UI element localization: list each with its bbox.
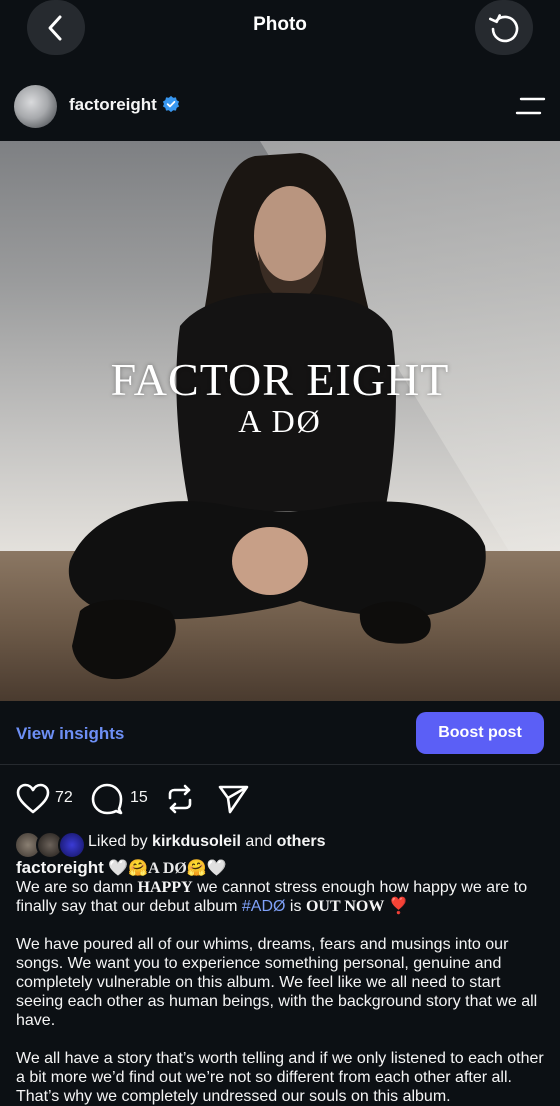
liked-by-text: Liked by kirkdusoleil and others: [88, 833, 326, 850]
avatar[interactable]: [14, 85, 57, 128]
caption-paragraph-2: We have poured all of our whims, dreams,…: [16, 936, 538, 1029]
engagement-bar: 72 15: [0, 780, 560, 816]
likes-count[interactable]: 72: [55, 789, 73, 807]
caption-username[interactable]: factoreight: [16, 858, 104, 877]
post-caption: factoreight 🤍🤗A DØ🤗🤍 We are so damn HAPP…: [16, 858, 544, 1106]
caption-paragraph-1: We are so damn HAPPY we cannot stress en…: [16, 879, 528, 915]
heart-icon[interactable]: [16, 783, 50, 815]
boost-post-button[interactable]: Boost post: [416, 712, 544, 754]
post-username[interactable]: factoreight: [69, 95, 157, 115]
caption-paragraph-3: We all have a story that’s worth telling…: [16, 1050, 544, 1105]
post-photo[interactable]: FACTOR EIGHT A DØ: [0, 141, 560, 701]
hashtag-link[interactable]: #ADØ: [242, 898, 286, 915]
verified-badge-icon: [162, 95, 180, 113]
refresh-button[interactable]: [475, 0, 533, 55]
menu-icon[interactable]: [514, 96, 546, 116]
comments-count[interactable]: 15: [130, 789, 148, 807]
avatar: [58, 831, 86, 859]
top-bar: Photo: [0, 0, 560, 60]
comment-icon[interactable]: [91, 783, 123, 815]
view-insights-link[interactable]: View insights: [16, 724, 124, 744]
cover-subtitle: A DØ: [238, 403, 322, 439]
liked-by-row[interactable]: Liked by kirkdusoleil and others: [0, 828, 560, 859]
caption-title: 🤍🤗A DØ🤗🤍: [108, 860, 227, 877]
post-header: factoreight: [0, 80, 560, 132]
refresh-icon: [488, 13, 519, 42]
insights-row: View insights Boost post: [0, 702, 560, 765]
repost-icon[interactable]: [165, 783, 195, 815]
cover-title: FACTOR EIGHT: [110, 354, 450, 405]
share-icon[interactable]: [217, 783, 249, 815]
